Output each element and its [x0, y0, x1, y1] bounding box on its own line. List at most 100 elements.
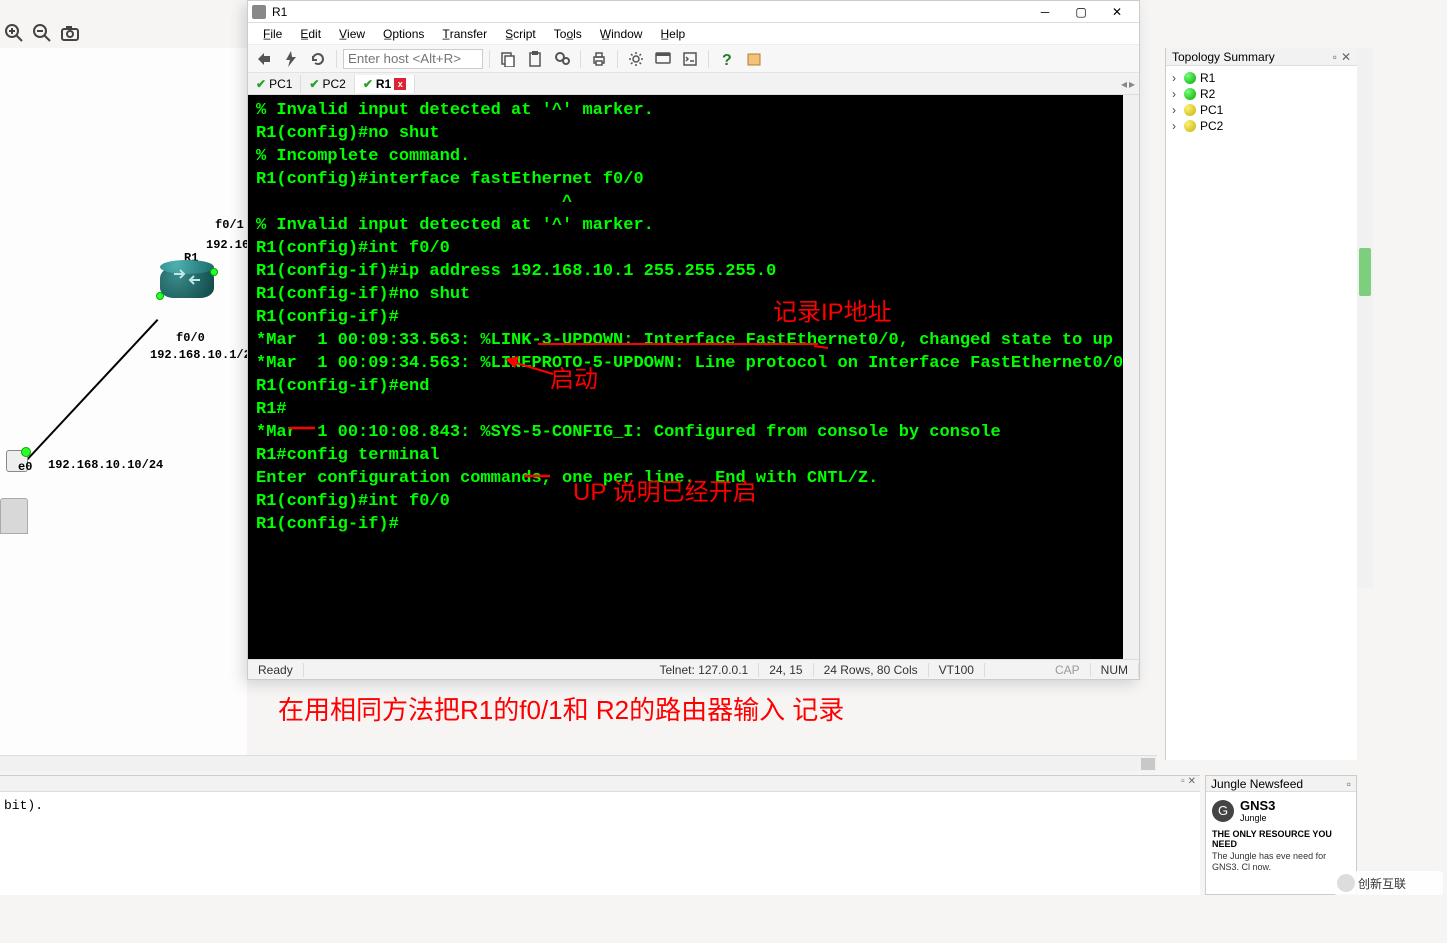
host-input[interactable]: [343, 49, 483, 69]
print-icon[interactable]: [587, 48, 611, 70]
term-line: % Invalid input detected at '^' marker.: [256, 99, 1131, 122]
gns3-icon: G: [1212, 800, 1234, 822]
panel-title: Jungle Newsfeed: [1211, 777, 1303, 790]
close-tab-icon[interactable]: x: [394, 78, 406, 90]
close-panel-icon[interactable]: ✕: [1341, 50, 1351, 64]
console-line: bit).: [4, 798, 43, 813]
zoom-in-icon[interactable]: [2, 21, 26, 45]
tree-node-r1[interactable]: ›R1: [1172, 70, 1351, 86]
titlebar[interactable]: R1 ─ ▢ ✕: [248, 1, 1139, 23]
status-caps: CAP: [1045, 663, 1091, 677]
terminal-output[interactable]: % Invalid input detected at '^' marker. …: [248, 95, 1139, 659]
tab-label: PC2: [322, 77, 345, 91]
topology-canvas[interactable]: f0/1 192.168. R1 f0/0 192.168.10.1/24 e0…: [0, 48, 247, 760]
canvas-horizontal-scrollbar[interactable]: [0, 755, 1157, 771]
status-num: NUM: [1091, 663, 1139, 677]
paste-icon[interactable]: [523, 48, 547, 70]
statusbar: Ready Telnet: 127.0.0.1 24, 15 24 Rows, …: [248, 659, 1139, 679]
term-line: R1(config)#no shut: [256, 122, 1131, 145]
link-r1-pc: [23, 319, 158, 464]
tab-r1[interactable]: ✔R1x: [355, 75, 415, 93]
term-line: R1(config-if)#end: [256, 375, 1131, 398]
console-output[interactable]: bit).: [0, 792, 1200, 819]
tab-prev-icon[interactable]: ◂: [1121, 77, 1127, 91]
scroll-up-icon[interactable]: [1125, 99, 1137, 111]
term-line: R1(config)#int f0/0: [256, 237, 1131, 260]
status-ready: Ready: [248, 663, 304, 677]
undock-icon[interactable]: ▫: [1347, 777, 1351, 791]
status-telnet: Telnet: 127.0.0.1: [649, 663, 759, 677]
log-icon[interactable]: [742, 48, 766, 70]
node-label: PC2: [1200, 119, 1223, 133]
menu-view[interactable]: V̲iew: [332, 24, 372, 44]
expand-icon[interactable]: ›: [1172, 119, 1180, 133]
session-icon[interactable]: [651, 48, 675, 70]
tree-node-pc2[interactable]: › PC2: [1172, 118, 1351, 134]
screenshot-icon[interactable]: [58, 21, 82, 45]
iface-label-f01: f0/1: [215, 218, 244, 232]
term-line: R1(config)#int f0/0: [256, 490, 1131, 513]
script-icon[interactable]: [678, 48, 702, 70]
undock-icon[interactable]: ▫: [1333, 50, 1337, 64]
tab-label: PC1: [269, 77, 292, 91]
menu-script[interactable]: S̲cript: [498, 24, 543, 44]
gns3-top-toolbar: [0, 18, 247, 48]
menubar: F̲ile E̲dit V̲iew O̲ptions T̲ransfer S̲c…: [248, 23, 1139, 45]
jungle-headline: THE ONLY RESOURCE YOU NEED: [1206, 829, 1356, 849]
expand-icon[interactable]: ›: [1172, 103, 1180, 117]
tree-node-pc1[interactable]: ›PC1: [1172, 102, 1351, 118]
menu-file[interactable]: F̲ile: [256, 24, 289, 44]
brand-sub: Jungle: [1240, 813, 1275, 823]
menu-transfer[interactable]: T̲ransfer: [435, 24, 494, 44]
term-line: R1#config terminal: [256, 444, 1131, 467]
menu-window[interactable]: W̲indow: [593, 24, 650, 44]
menu-options[interactable]: O̲ptions: [376, 24, 431, 44]
securecrt-window: R1 ─ ▢ ✕ F̲ile E̲dit V̲iew O̲ptions T̲ra…: [247, 0, 1140, 680]
status-dot-icon: [1184, 88, 1196, 100]
right-scrollbar[interactable]: [1357, 48, 1373, 588]
find-icon[interactable]: [550, 48, 574, 70]
annotation-bottom: 在用相同方法把R1的f0/1和 R2的路由器输入 记录: [278, 690, 844, 727]
close-panel-icon[interactable]: ✕: [1188, 776, 1196, 791]
close-button[interactable]: ✕: [1099, 2, 1135, 22]
brand-text: GNS3: [1240, 798, 1275, 813]
maximize-button[interactable]: ▢: [1063, 2, 1099, 22]
term-line: *Mar 1 00:10:08.843: %SYS-5-CONFIG_I: Co…: [256, 421, 1131, 444]
settings-icon[interactable]: [624, 48, 648, 70]
watermark-text: 创新互联: [1358, 875, 1406, 892]
term-line: *Mar 1 00:09:34.563: %LINEPROTO-5-UPDOWN…: [256, 352, 1131, 375]
expand-icon[interactable]: ›: [1172, 87, 1180, 101]
router-r1[interactable]: [160, 266, 214, 298]
reconnect-icon[interactable]: [306, 48, 330, 70]
minimize-button[interactable]: ─: [1027, 2, 1063, 22]
tree-node-r2[interactable]: ›R2: [1172, 86, 1351, 102]
scroll-down-icon[interactable]: [1125, 643, 1137, 655]
menu-tools[interactable]: Too̲ls: [547, 24, 589, 44]
copy-icon[interactable]: [496, 48, 520, 70]
quickconnect-icon[interactable]: [279, 48, 303, 70]
tab-pc2[interactable]: ✔PC2: [301, 75, 354, 93]
status-dot-icon: [1184, 104, 1196, 116]
topology-tree[interactable]: ›R1 ›R2 ›PC1 › PC2: [1166, 66, 1357, 138]
topology-summary-panel: Topology Summary ▫ ✕ ›R1 ›R2 ›PC1 › PC2: [1165, 48, 1357, 760]
check-icon: ✔: [309, 77, 319, 91]
term-line: ^: [256, 191, 1131, 214]
term-line: R1(config-if)#: [256, 513, 1131, 536]
tab-label: R1: [376, 77, 391, 91]
status-dot-icon: [1184, 120, 1196, 132]
zoom-out-icon[interactable]: [30, 21, 54, 45]
connect-icon[interactable]: [252, 48, 276, 70]
check-icon: ✔: [363, 77, 373, 91]
net-label-mid: 192.168.10.1/24: [150, 348, 258, 362]
app-icon: [252, 5, 266, 19]
panel-title: Topology Summary: [1172, 50, 1275, 64]
help-icon[interactable]: ?: [715, 48, 739, 70]
expand-icon[interactable]: ›: [1172, 71, 1180, 85]
tab-pc1[interactable]: ✔PC1: [248, 75, 301, 93]
menu-help[interactable]: H̲elp: [653, 24, 692, 44]
term-line: % Incomplete command.: [256, 145, 1131, 168]
undock-icon[interactable]: ▫: [1181, 776, 1185, 791]
tab-next-icon[interactable]: ▸: [1129, 77, 1135, 91]
menu-edit[interactable]: E̲dit: [293, 24, 328, 44]
svg-text:?: ?: [722, 52, 732, 67]
